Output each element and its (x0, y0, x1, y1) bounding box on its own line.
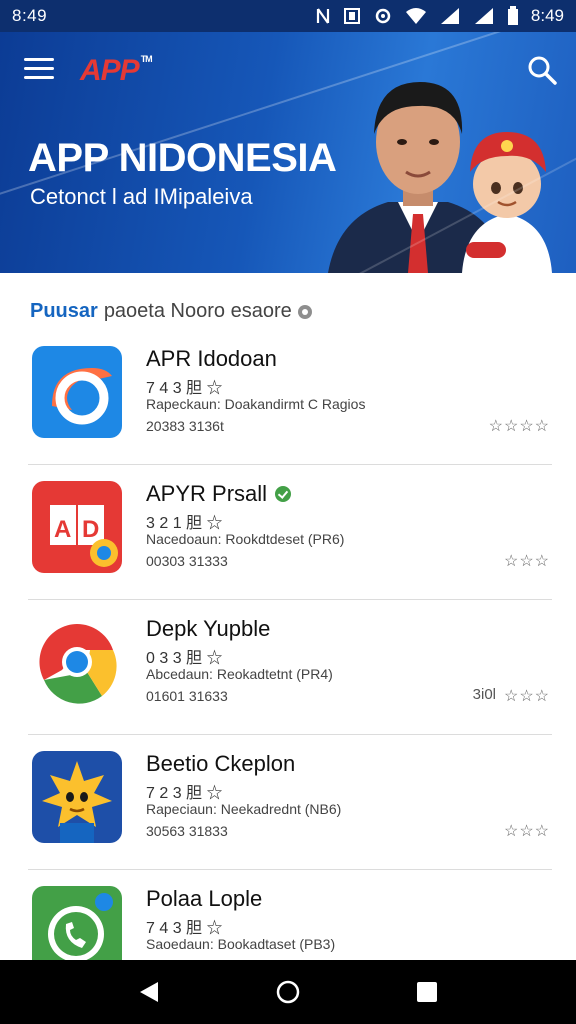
app-count: 7 4 3 胆 ☆ (146, 920, 223, 937)
app-description: Saoedaun: Bookadtaset (PB3) (146, 936, 336, 952)
chrome-like-app-icon (32, 616, 122, 708)
hero-title: APP NIDONESIA (28, 136, 337, 180)
app-description: Rapeckaun: Doakandirmt C Ragios (146, 396, 366, 412)
app-list-item[interactable]: A D APYR Prsall 3 2 1 胆 ☆ Nacedoaun: Roo… (28, 465, 552, 600)
hero-subtitle: Cetonct l ad IMipaleiva (30, 184, 253, 209)
app-name: APYR Prsall (146, 481, 268, 506)
star-rating: ☆☆☆☆ (488, 418, 550, 435)
menu-icon[interactable] (24, 58, 54, 82)
section-title-strong: Puusar (30, 300, 98, 322)
app-count: 7 2 3 胆 ☆ (146, 785, 223, 802)
app-title: Depk Yupble (146, 616, 270, 642)
back-icon[interactable] (131, 974, 167, 1010)
app-description: Rapeciaun: Neekadrednt (NB6) (146, 801, 342, 817)
settings-icon (373, 6, 393, 26)
recents-icon[interactable] (409, 974, 445, 1010)
app-meta: 20383 3136t (146, 418, 224, 434)
app-title: Beetio Ckeplon (146, 751, 295, 777)
signal-icon-2 (473, 7, 495, 25)
hero-banner: APP TM APP NIDONESIA Cetonct l ad IMipale… (0, 32, 576, 273)
blue-arc-app-icon (32, 346, 122, 438)
battery-icon (507, 6, 519, 26)
app-list-item[interactable]: APR Idodoan 7 4 3 胆 ☆ Rapeckaun: Doakand… (28, 330, 552, 465)
wifi-icon (405, 7, 427, 25)
signal-icon (439, 7, 461, 25)
app-title: APYR Prsall (146, 481, 292, 507)
navigation-bar (0, 960, 576, 1024)
verified-badge-icon (275, 486, 292, 502)
app-count: 3 2 1 胆 ☆ (146, 515, 223, 532)
app-logo: APP TM (80, 54, 153, 88)
status-time-left: 8:49 (12, 6, 48, 25)
status-time-right: 8:49 (530, 6, 564, 25)
status-icons: 8:49 (315, 6, 564, 26)
star-rating: ☆☆☆ (503, 553, 550, 570)
app-title: APR Idodoan (146, 346, 277, 372)
logo-tm: TM (140, 54, 153, 64)
app-count: 7 4 3 胆 ☆ (146, 380, 223, 397)
mascot-character-image (462, 132, 552, 273)
app-extra-label: 3i0l (472, 686, 496, 703)
app-name: Beetio Ckeplon (146, 751, 296, 776)
app-name: APR Idodoan (146, 346, 277, 371)
app-description: Nacedoaun: Rookdtdeset (PR6) (146, 531, 345, 547)
app-title: Polaa Lople (146, 886, 262, 912)
app-meta: 01601 31633 (146, 688, 228, 704)
section-title-rest: paoeta Nooro esaore (103, 300, 292, 322)
svg-text:D: D (82, 516, 99, 543)
app-name: Polaa Lople (146, 886, 263, 911)
app-list-item[interactable]: Depk Yupble 0 3 3 胆 ☆ Abcedaun: Reokadte… (28, 600, 552, 735)
app-list-item[interactable]: Beetio Ckeplon 7 2 3 胆 ☆ Rapeciaun: Neek… (28, 735, 552, 870)
logo-text: APP (80, 54, 140, 87)
info-icon[interactable] (297, 304, 312, 319)
yellow-star-app-icon (32, 751, 122, 843)
app-name: Depk Yupble (146, 616, 271, 641)
red-ad-app-icon: A D (32, 481, 122, 573)
app-meta: 30563 31833 (146, 823, 228, 839)
home-icon[interactable] (270, 974, 306, 1010)
notification-icon (343, 7, 361, 25)
star-rating: ☆☆☆ (503, 823, 550, 840)
app-description: Abcedaun: Reokadtetnt (PR4) (146, 666, 333, 682)
app-meta: 00303 31333 (146, 553, 228, 569)
section-header: Puusar paoeta Nooro esaore (30, 300, 312, 323)
svg-text:A: A (54, 516, 71, 543)
star-rating: ☆☆☆ (503, 688, 550, 705)
status-bar: 8:49 8:49 (0, 0, 576, 32)
app-count: 0 3 3 胆 ☆ (146, 650, 223, 667)
nfc-icon (315, 7, 331, 25)
search-icon[interactable] (526, 54, 558, 86)
